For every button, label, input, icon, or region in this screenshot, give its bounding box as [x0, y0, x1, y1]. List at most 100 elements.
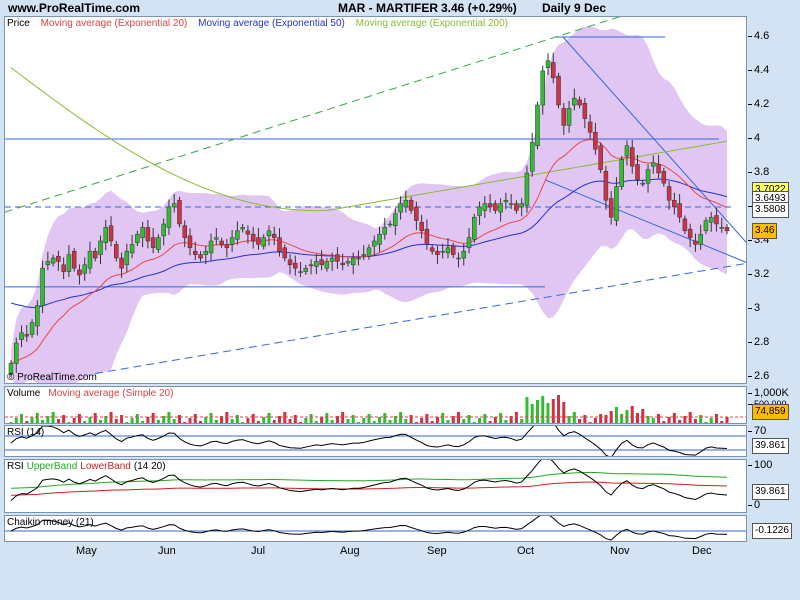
candle-body: [161, 223, 166, 237]
volume-bar: [204, 417, 208, 423]
volume-bar: [209, 413, 213, 423]
month-nov: Nov: [610, 545, 630, 557]
price-tick: 3.2: [747, 268, 770, 280]
candle-body: [540, 70, 545, 106]
candle-body: [603, 171, 609, 201]
volume-bar: [514, 412, 518, 423]
rsi-band-pane[interactable]: RSI UpperBand LowerBand (14 20): [4, 459, 747, 513]
legend-price: Price: [7, 18, 30, 29]
candle-body: [656, 164, 661, 174]
volume-pane[interactable]: Volume Moving average (Simple 20): [4, 386, 747, 424]
volume-bar: [251, 414, 255, 423]
volume-bar: [151, 413, 155, 423]
period: Daily 9 Dec: [542, 1, 607, 15]
candle-body: [261, 237, 266, 247]
volume-bar: [93, 413, 97, 423]
rsi-pane[interactable]: RSI (14): [4, 425, 747, 457]
candle-body: [445, 247, 451, 254]
volume-bar: [20, 414, 24, 423]
volume-bar: [241, 422, 245, 423]
candle-body: [408, 199, 414, 211]
candle-body: [287, 259, 293, 266]
candle-body: [171, 203, 177, 208]
candle-body: [582, 103, 588, 119]
candle-body: [166, 206, 172, 228]
volume-bar: [462, 419, 466, 423]
candle-body: [724, 227, 730, 232]
candle-body: [214, 237, 219, 240]
volume-bar: [499, 413, 503, 423]
candle-body: [556, 75, 561, 106]
price-tick: 4.2: [747, 98, 770, 110]
volume-bar: [672, 413, 676, 423]
candle-body: [24, 334, 30, 337]
candle-body: [498, 203, 503, 213]
legend-params: (14 20): [133, 461, 166, 472]
chaikin-scale: -0.1226: [748, 515, 800, 542]
volume-bar: [704, 422, 708, 423]
volume-bar: [235, 415, 239, 423]
price-pane[interactable]: Price Moving average (Exponential 20) Mo…: [4, 16, 747, 384]
candle-body: [503, 199, 509, 203]
candle-body: [424, 228, 430, 245]
rsi-legend: RSI (14): [7, 427, 45, 438]
volume-bar: [362, 418, 366, 423]
price-value-tag: 3.46: [752, 222, 778, 239]
candle-body: [71, 250, 77, 269]
candle-body: [703, 220, 709, 232]
candle-body: [635, 164, 640, 181]
price-tick: 4.4: [747, 64, 770, 76]
candle-body: [19, 332, 24, 340]
volume-bar: [351, 415, 355, 423]
candle-body: [92, 250, 98, 259]
chaikin-pane[interactable]: Chaikin money (21): [4, 515, 747, 542]
candle-body: [98, 240, 103, 255]
candle-body: [429, 247, 435, 252]
candle-body: [50, 257, 56, 264]
legend-volume: Volume: [7, 388, 41, 399]
month-oct: Oct: [517, 545, 535, 557]
volume-bar: [35, 413, 39, 423]
candle-body: [103, 227, 109, 243]
volume-bar: [414, 422, 418, 423]
volume-bar: [593, 418, 597, 423]
volume-bar: [146, 417, 150, 423]
candle-body: [593, 131, 598, 150]
candle-body: [529, 142, 535, 172]
candle-body: [293, 262, 298, 269]
price-tick: 4: [747, 132, 761, 144]
candle-body: [672, 199, 677, 208]
rsi-band-last-tag: 39.861: [752, 484, 789, 500]
candle-body: [477, 206, 482, 216]
candle-body: [145, 227, 151, 242]
candle-body: [256, 237, 261, 245]
candle-body: [387, 223, 393, 226]
candle-body: [271, 233, 277, 238]
candle-body: [551, 62, 556, 79]
candle-body: [35, 305, 40, 327]
price-tick: 3.8: [747, 166, 770, 178]
volume-bar: [662, 421, 666, 423]
legend-upper: UpperBand: [26, 461, 78, 472]
volume-bar: [399, 412, 403, 423]
volume-bar: [657, 414, 661, 423]
candle-body: [177, 199, 182, 225]
volume-bar: [620, 414, 624, 423]
volume-bar: [330, 420, 334, 423]
volume-bar: [535, 400, 539, 423]
candle-body: [56, 256, 61, 262]
candle-body: [198, 254, 203, 259]
volume-bar: [709, 418, 713, 423]
volume-bar: [520, 419, 524, 423]
candle-body: [377, 233, 382, 245]
volume-bar: [562, 402, 566, 423]
candle-body: [372, 240, 377, 247]
candle-body: [482, 203, 488, 211]
candle-body: [514, 203, 519, 211]
candle-body: [208, 240, 214, 254]
candle-body: [250, 233, 256, 242]
month-sep: Sep: [427, 545, 447, 557]
volume-bar: [457, 412, 460, 423]
volume-bar: [314, 421, 318, 423]
volume-bar: [99, 420, 102, 423]
